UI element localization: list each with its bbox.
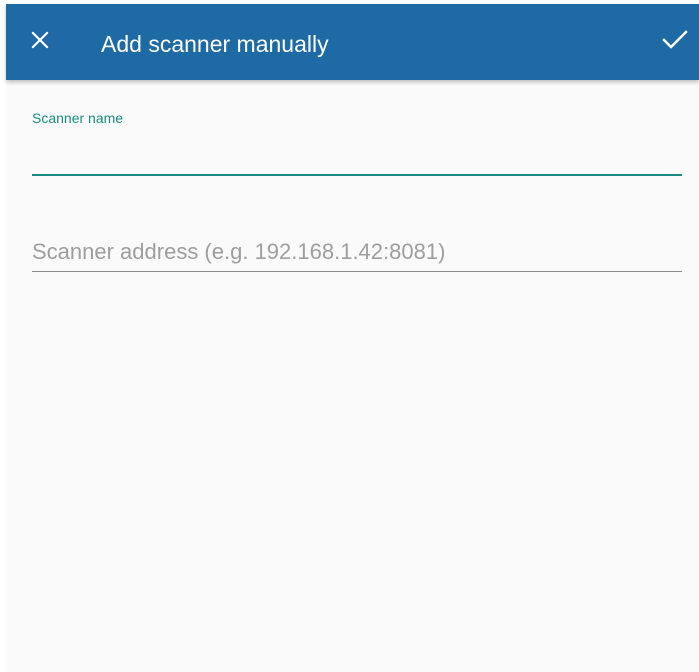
screen: Add scanner manually Scanner name (6, 4, 699, 672)
close-button[interactable] (24, 26, 56, 58)
page-title: Add scanner manually (101, 31, 329, 57)
check-icon (662, 29, 688, 55)
confirm-button[interactable] (658, 26, 692, 58)
scanner-name-input[interactable] (32, 136, 682, 172)
close-icon (31, 30, 49, 54)
scanner-name-label: Scanner name (32, 110, 124, 126)
scanner-name-field: Scanner name (32, 110, 682, 176)
app-bar: Add scanner manually (6, 4, 699, 80)
scanner-address-field (32, 232, 682, 274)
scanner-name-underline (32, 174, 682, 176)
scanner-address-underline (32, 271, 682, 272)
scanner-address-input[interactable] (32, 234, 682, 270)
